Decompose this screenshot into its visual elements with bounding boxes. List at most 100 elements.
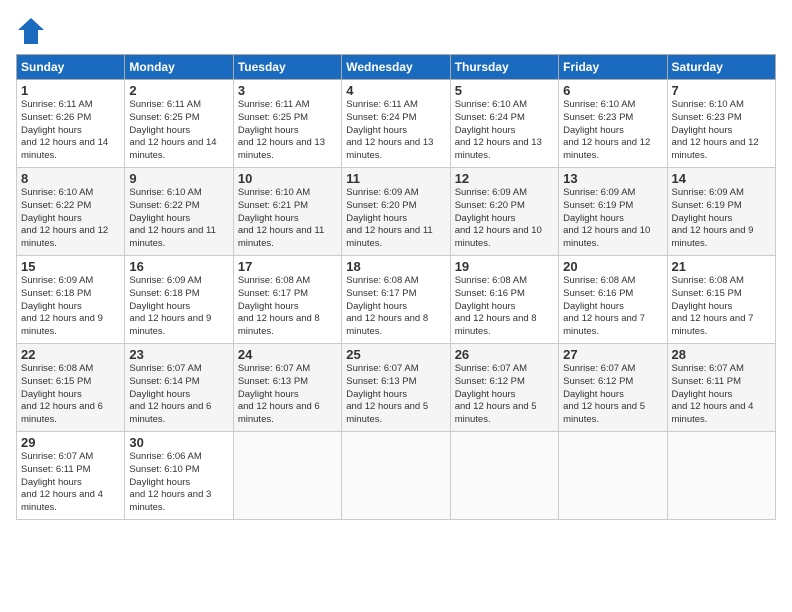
calendar-cell: 14 Sunrise: 6:09 AM Sunset: 6:19 PM Dayl… — [667, 168, 775, 256]
day-info: Sunrise: 6:09 AM Sunset: 6:18 PM Dayligh… — [129, 275, 228, 339]
day-number: 16 — [129, 259, 228, 274]
day-info: Sunrise: 6:09 AM Sunset: 6:20 PM Dayligh… — [346, 187, 445, 251]
day-number: 28 — [672, 347, 771, 362]
page-header — [16, 16, 776, 46]
calendar-week-2: 8 Sunrise: 6:10 AM Sunset: 6:22 PM Dayli… — [17, 168, 776, 256]
calendar-header-row: SundayMondayTuesdayWednesdayThursdayFrid… — [17, 55, 776, 80]
day-number: 8 — [21, 171, 120, 186]
calendar-cell: 12 Sunrise: 6:09 AM Sunset: 6:20 PM Dayl… — [450, 168, 558, 256]
day-number: 26 — [455, 347, 554, 362]
calendar-week-4: 22 Sunrise: 6:08 AM Sunset: 6:15 PM Dayl… — [17, 344, 776, 432]
calendar-cell: 4 Sunrise: 6:11 AM Sunset: 6:24 PM Dayli… — [342, 80, 450, 168]
day-info: Sunrise: 6:11 AM Sunset: 6:25 PM Dayligh… — [129, 99, 228, 163]
calendar-cell: 3 Sunrise: 6:11 AM Sunset: 6:25 PM Dayli… — [233, 80, 341, 168]
calendar-cell: 5 Sunrise: 6:10 AM Sunset: 6:24 PM Dayli… — [450, 80, 558, 168]
calendar-cell: 6 Sunrise: 6:10 AM Sunset: 6:23 PM Dayli… — [559, 80, 667, 168]
day-number: 18 — [346, 259, 445, 274]
calendar-cell: 22 Sunrise: 6:08 AM Sunset: 6:15 PM Dayl… — [17, 344, 125, 432]
calendar-cell: 27 Sunrise: 6:07 AM Sunset: 6:12 PM Dayl… — [559, 344, 667, 432]
day-info: Sunrise: 6:07 AM Sunset: 6:12 PM Dayligh… — [563, 363, 662, 427]
calendar-header-monday: Monday — [125, 55, 233, 80]
day-info: Sunrise: 6:07 AM Sunset: 6:14 PM Dayligh… — [129, 363, 228, 427]
day-info: Sunrise: 6:07 AM Sunset: 6:13 PM Dayligh… — [346, 363, 445, 427]
day-number: 24 — [238, 347, 337, 362]
day-info: Sunrise: 6:09 AM Sunset: 6:20 PM Dayligh… — [455, 187, 554, 251]
calendar-cell: 10 Sunrise: 6:10 AM Sunset: 6:21 PM Dayl… — [233, 168, 341, 256]
calendar-cell: 26 Sunrise: 6:07 AM Sunset: 6:12 PM Dayl… — [450, 344, 558, 432]
calendar-cell: 8 Sunrise: 6:10 AM Sunset: 6:22 PM Dayli… — [17, 168, 125, 256]
calendar-cell — [559, 432, 667, 520]
day-number: 17 — [238, 259, 337, 274]
day-info: Sunrise: 6:10 AM Sunset: 6:23 PM Dayligh… — [563, 99, 662, 163]
calendar-header-thursday: Thursday — [450, 55, 558, 80]
day-info: Sunrise: 6:08 AM Sunset: 6:16 PM Dayligh… — [455, 275, 554, 339]
day-info: Sunrise: 6:07 AM Sunset: 6:12 PM Dayligh… — [455, 363, 554, 427]
day-info: Sunrise: 6:09 AM Sunset: 6:19 PM Dayligh… — [672, 187, 771, 251]
day-number: 15 — [21, 259, 120, 274]
day-info: Sunrise: 6:07 AM Sunset: 6:11 PM Dayligh… — [21, 451, 120, 515]
calendar-cell — [342, 432, 450, 520]
day-number: 1 — [21, 83, 120, 98]
day-info: Sunrise: 6:08 AM Sunset: 6:16 PM Dayligh… — [563, 275, 662, 339]
logo-icon — [16, 16, 46, 46]
logo — [16, 16, 50, 46]
calendar-cell: 24 Sunrise: 6:07 AM Sunset: 6:13 PM Dayl… — [233, 344, 341, 432]
day-number: 5 — [455, 83, 554, 98]
day-number: 25 — [346, 347, 445, 362]
calendar-header-tuesday: Tuesday — [233, 55, 341, 80]
day-number: 11 — [346, 171, 445, 186]
day-info: Sunrise: 6:10 AM Sunset: 6:23 PM Dayligh… — [672, 99, 771, 163]
day-number: 13 — [563, 171, 662, 186]
day-info: Sunrise: 6:07 AM Sunset: 6:11 PM Dayligh… — [672, 363, 771, 427]
calendar-cell: 21 Sunrise: 6:08 AM Sunset: 6:15 PM Dayl… — [667, 256, 775, 344]
day-info: Sunrise: 6:08 AM Sunset: 6:17 PM Dayligh… — [346, 275, 445, 339]
calendar-week-1: 1 Sunrise: 6:11 AM Sunset: 6:26 PM Dayli… — [17, 80, 776, 168]
calendar-cell — [667, 432, 775, 520]
calendar-week-3: 15 Sunrise: 6:09 AM Sunset: 6:18 PM Dayl… — [17, 256, 776, 344]
calendar-cell: 19 Sunrise: 6:08 AM Sunset: 6:16 PM Dayl… — [450, 256, 558, 344]
day-info: Sunrise: 6:10 AM Sunset: 6:21 PM Dayligh… — [238, 187, 337, 251]
day-info: Sunrise: 6:08 AM Sunset: 6:15 PM Dayligh… — [672, 275, 771, 339]
day-number: 22 — [21, 347, 120, 362]
day-info: Sunrise: 6:09 AM Sunset: 6:19 PM Dayligh… — [563, 187, 662, 251]
calendar-header-sunday: Sunday — [17, 55, 125, 80]
day-number: 2 — [129, 83, 228, 98]
day-number: 29 — [21, 435, 120, 450]
day-info: Sunrise: 6:07 AM Sunset: 6:13 PM Dayligh… — [238, 363, 337, 427]
day-info: Sunrise: 6:09 AM Sunset: 6:18 PM Dayligh… — [21, 275, 120, 339]
calendar-cell — [233, 432, 341, 520]
calendar-header-saturday: Saturday — [667, 55, 775, 80]
day-number: 20 — [563, 259, 662, 274]
day-number: 23 — [129, 347, 228, 362]
calendar-cell: 9 Sunrise: 6:10 AM Sunset: 6:22 PM Dayli… — [125, 168, 233, 256]
day-number: 3 — [238, 83, 337, 98]
day-number: 21 — [672, 259, 771, 274]
calendar-header-wednesday: Wednesday — [342, 55, 450, 80]
calendar-cell: 23 Sunrise: 6:07 AM Sunset: 6:14 PM Dayl… — [125, 344, 233, 432]
day-info: Sunrise: 6:11 AM Sunset: 6:26 PM Dayligh… — [21, 99, 120, 163]
day-info: Sunrise: 6:08 AM Sunset: 6:17 PM Dayligh… — [238, 275, 337, 339]
calendar-week-5: 29 Sunrise: 6:07 AM Sunset: 6:11 PM Dayl… — [17, 432, 776, 520]
day-number: 30 — [129, 435, 228, 450]
day-number: 4 — [346, 83, 445, 98]
calendar-cell: 15 Sunrise: 6:09 AM Sunset: 6:18 PM Dayl… — [17, 256, 125, 344]
calendar-cell: 16 Sunrise: 6:09 AM Sunset: 6:18 PM Dayl… — [125, 256, 233, 344]
day-info: Sunrise: 6:08 AM Sunset: 6:15 PM Dayligh… — [21, 363, 120, 427]
calendar-cell: 30 Sunrise: 6:06 AM Sunset: 6:10 PM Dayl… — [125, 432, 233, 520]
calendar-cell: 29 Sunrise: 6:07 AM Sunset: 6:11 PM Dayl… — [17, 432, 125, 520]
calendar-cell: 25 Sunrise: 6:07 AM Sunset: 6:13 PM Dayl… — [342, 344, 450, 432]
day-info: Sunrise: 6:10 AM Sunset: 6:24 PM Dayligh… — [455, 99, 554, 163]
calendar-cell — [450, 432, 558, 520]
day-number: 7 — [672, 83, 771, 98]
day-info: Sunrise: 6:11 AM Sunset: 6:24 PM Dayligh… — [346, 99, 445, 163]
calendar-table: SundayMondayTuesdayWednesdayThursdayFrid… — [16, 54, 776, 520]
day-info: Sunrise: 6:06 AM Sunset: 6:10 PM Dayligh… — [129, 451, 228, 515]
calendar-cell: 18 Sunrise: 6:08 AM Sunset: 6:17 PM Dayl… — [342, 256, 450, 344]
calendar-header-friday: Friday — [559, 55, 667, 80]
day-number: 19 — [455, 259, 554, 274]
calendar-cell: 28 Sunrise: 6:07 AM Sunset: 6:11 PM Dayl… — [667, 344, 775, 432]
calendar-cell: 1 Sunrise: 6:11 AM Sunset: 6:26 PM Dayli… — [17, 80, 125, 168]
calendar-cell: 13 Sunrise: 6:09 AM Sunset: 6:19 PM Dayl… — [559, 168, 667, 256]
day-number: 6 — [563, 83, 662, 98]
day-number: 9 — [129, 171, 228, 186]
